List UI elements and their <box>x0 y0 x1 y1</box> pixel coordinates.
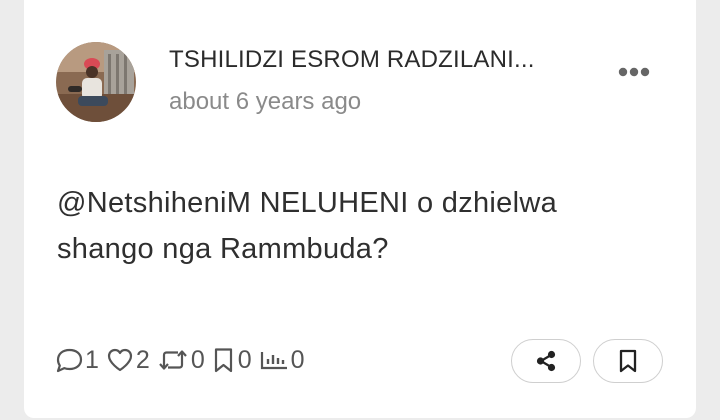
comment-icon <box>56 348 83 373</box>
views-stat[interactable]: 0 <box>258 346 305 375</box>
avatar-photo-icon <box>56 42 136 122</box>
heart-icon <box>107 348 133 372</box>
bookmark-icon <box>214 348 232 373</box>
ellipsis-icon <box>618 67 650 77</box>
comment-count: 1 <box>85 345 99 374</box>
repost-count: 0 <box>190 345 205 374</box>
save-button[interactable] <box>593 339 663 383</box>
comment-button[interactable]: 1 <box>54 346 99 375</box>
post-card: TSHILIDZI ESROM RADZILANI... about 6 yea… <box>24 0 696 418</box>
bookmark-count: 0 <box>237 345 252 374</box>
bookmark-stat-button[interactable]: 0 <box>211 346 252 375</box>
post-timestamp: about 6 years ago <box>169 88 362 115</box>
bookmark-icon <box>619 349 637 373</box>
post-text: @NetshiheniM NELUHENI o dzhielwa shango … <box>57 187 558 265</box>
views-count: 0 <box>290 345 305 374</box>
bar-chart-icon <box>260 352 287 370</box>
repost-icon <box>158 350 187 370</box>
more-options-button[interactable] <box>616 60 652 84</box>
like-button[interactable]: 2 <box>105 346 150 375</box>
author-avatar[interactable] <box>56 42 136 122</box>
share-button[interactable] <box>511 339 581 383</box>
like-count: 2 <box>135 345 150 374</box>
author-name[interactable]: TSHILIDZI ESROM RADZILANI... <box>169 46 589 74</box>
repost-button[interactable]: 0 <box>156 346 205 375</box>
post-stats-bar: 1 2 0 0 0 <box>54 340 311 380</box>
share-icon <box>536 350 556 372</box>
